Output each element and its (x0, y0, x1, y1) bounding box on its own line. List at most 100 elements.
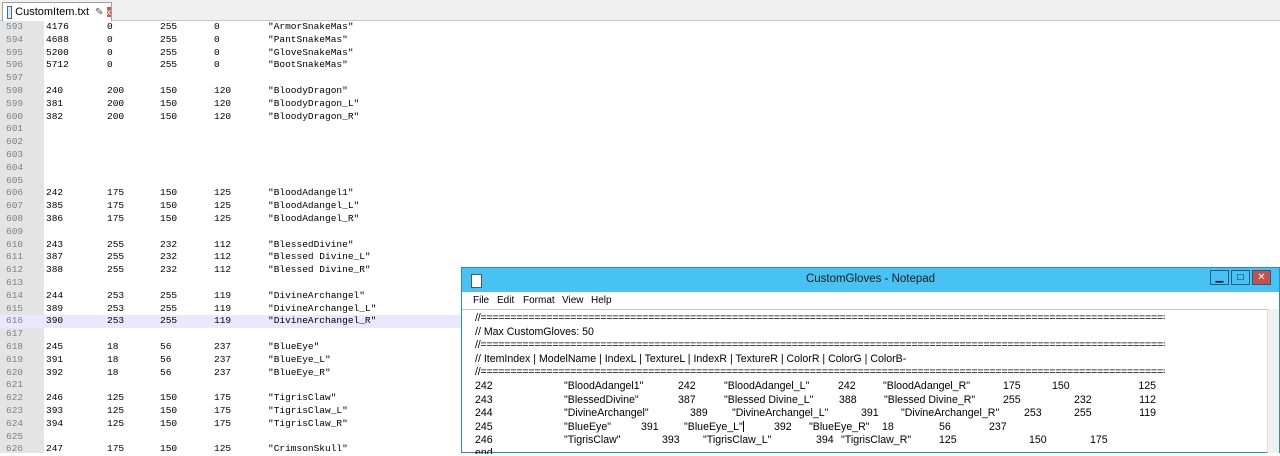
line-number: 603 (6, 149, 24, 160)
glove-cell: 242 (838, 380, 856, 392)
value-cell: 175 (107, 200, 125, 212)
notepad-text-area[interactable]: //======================================… (462, 309, 1268, 454)
value-cell: 125 (107, 392, 125, 404)
glove-cell: 255 (1003, 393, 1021, 406)
code-line[interactable]: 597 (0, 72, 1280, 85)
menu-format[interactable]: Format (523, 295, 555, 306)
value-cell: 237 (214, 366, 232, 378)
glove-cell: 244 (475, 407, 493, 419)
line-number: 624 (6, 417, 24, 429)
code-line[interactable]: 608 386 175 150 125 "BloodAdangel_R" (0, 213, 1280, 226)
glove-row: 242 "BloodAdangel1" 242 "BloodAdangel_L" 242… (462, 380, 1262, 394)
close-button[interactable]: ✕ (1252, 270, 1271, 285)
minimize-button[interactable]: ▁ (1210, 270, 1229, 285)
code-line[interactable]: 611 387 255 232 112 "Blessed Divine_L" (0, 251, 1280, 264)
value-cell: 0 (214, 46, 220, 58)
value-cell: 120 (214, 85, 232, 96)
tab-customitem[interactable]: CustomItem.txt ✎ x (2, 2, 112, 21)
glove-cell: 242 (678, 380, 696, 392)
item-name: "ArmorSnakeMas" (268, 21, 354, 32)
notepad-titlebar[interactable]: CustomGloves - Notepad ▁ □ ✕ (462, 268, 1279, 292)
value-cell: 125 (214, 213, 232, 224)
glove-cell: "DivineArchangel_R" (901, 407, 1000, 419)
code-line[interactable]: 607 385 175 150 125 "BloodAdangel_L" (0, 200, 1280, 213)
value-cell: 255 (160, 21, 178, 32)
item-name: "BlueEye" (268, 341, 320, 352)
glove-cell: 150 (1052, 380, 1070, 392)
glove-row: 244 "DivineArchangel" 389 "DivineArchangel_… (462, 407, 1262, 421)
glove-cell: "BloodAdangel1" (564, 380, 644, 392)
code-line[interactable]: 599 381 200 150 120 "BloodyDragon_L" (0, 98, 1280, 111)
value-cell: 393 (46, 405, 64, 416)
value-cell: 119 (214, 289, 232, 301)
line-number: 608 (6, 213, 24, 224)
vertical-scrollbar[interactable] (1267, 309, 1279, 453)
code-line[interactable]: 593 4176 0 255 0 "ArmorSnakeMas" (0, 21, 1280, 34)
menu-help[interactable]: Help (591, 295, 612, 306)
glove-cell: "Blessed Divine_L" (724, 393, 814, 406)
value-cell: 125 (214, 443, 232, 455)
menu-file[interactable]: File (473, 295, 489, 306)
glove-cell: "BlueEye" (564, 420, 611, 433)
code-line[interactable]: 596 5712 0 255 0 "BootSnakeMas" (0, 59, 1280, 72)
glove-cell: "DivineArchangel_L" (732, 407, 829, 419)
code-line[interactable]: 605 (0, 175, 1280, 188)
code-line[interactable]: 601 (0, 123, 1280, 136)
value-cell: 56 (160, 353, 172, 365)
code-line[interactable]: 609 (0, 226, 1280, 239)
line-number: 611 (6, 251, 24, 263)
value-cell: 125 (107, 405, 125, 416)
line-number: 612 (6, 264, 24, 276)
glove-cell: 243 (475, 393, 493, 406)
line-number: 593 (6, 21, 24, 32)
glove-cell: 125 (939, 434, 957, 446)
value-cell: 119 (214, 315, 232, 327)
value-cell: 56 (160, 341, 172, 352)
line-number: 610 (6, 238, 24, 250)
pin-icon[interactable]: ✎ (95, 7, 103, 18)
value-cell: 125 (214, 200, 232, 212)
code-line[interactable]: 610 243 255 232 112 "BlessedDivine" (0, 239, 1280, 252)
value-cell: 232 (160, 238, 178, 250)
value-cell: 150 (160, 392, 178, 404)
code-line[interactable]: 595 5200 0 255 0 "GloveSnakeMas" (0, 47, 1280, 60)
file-icon (7, 5, 13, 19)
value-cell: 175 (107, 187, 125, 199)
code-line[interactable]: 603 (0, 149, 1280, 162)
item-name: "BloodAdangel_L" (268, 200, 360, 212)
menu-edit[interactable]: Edit (497, 295, 514, 306)
notepad-window[interactable]: CustomGloves - Notepad ▁ □ ✕ File Edit F… (461, 267, 1280, 454)
menu-view[interactable]: View (562, 295, 584, 306)
close-icon[interactable]: x (106, 7, 111, 17)
value-cell: 56 (160, 366, 172, 378)
maximize-button[interactable]: □ (1231, 270, 1250, 285)
line-number: 605 (6, 174, 24, 186)
value-cell: 112 (214, 264, 232, 276)
value-cell: 175 (214, 392, 232, 404)
value-cell: 150 (160, 213, 178, 224)
item-name: "Blessed Divine_R" (268, 264, 371, 276)
line-number: 597 (6, 72, 24, 84)
value-cell: 18 (107, 353, 119, 365)
code-line[interactable]: 602 (0, 136, 1280, 149)
glove-cell: 237 (989, 420, 1007, 433)
value-cell: 5712 (46, 59, 69, 71)
value-cell: 0 (107, 21, 113, 32)
code-line[interactable]: 598 240 200 150 120 "BloodyDragon" (0, 85, 1280, 98)
separator-line: //======================================… (475, 312, 1165, 324)
code-line[interactable]: 594 4688 0 255 0 "PantSnakeMas" (0, 34, 1280, 47)
code-line[interactable]: 606 242 175 150 125 "BloodAdangel1" (0, 187, 1280, 200)
value-cell: 232 (160, 264, 178, 276)
code-line[interactable]: 600 382 200 150 120 "BloodyDragon_R" (0, 111, 1280, 124)
value-cell: 232 (160, 251, 178, 263)
separator-line: //======================================… (475, 339, 1165, 351)
separator-line: //======================================… (475, 366, 1165, 378)
value-cell: 237 (214, 353, 232, 365)
code-line[interactable]: 604 (0, 162, 1280, 175)
item-name: "BlessedDivine" (268, 238, 354, 250)
glove-cell: 18 (882, 420, 894, 433)
glove-cell: 175 (1003, 380, 1021, 392)
value-cell: 4688 (46, 33, 69, 45)
value-cell: 200 (107, 97, 125, 109)
value-cell: 255 (107, 251, 125, 263)
